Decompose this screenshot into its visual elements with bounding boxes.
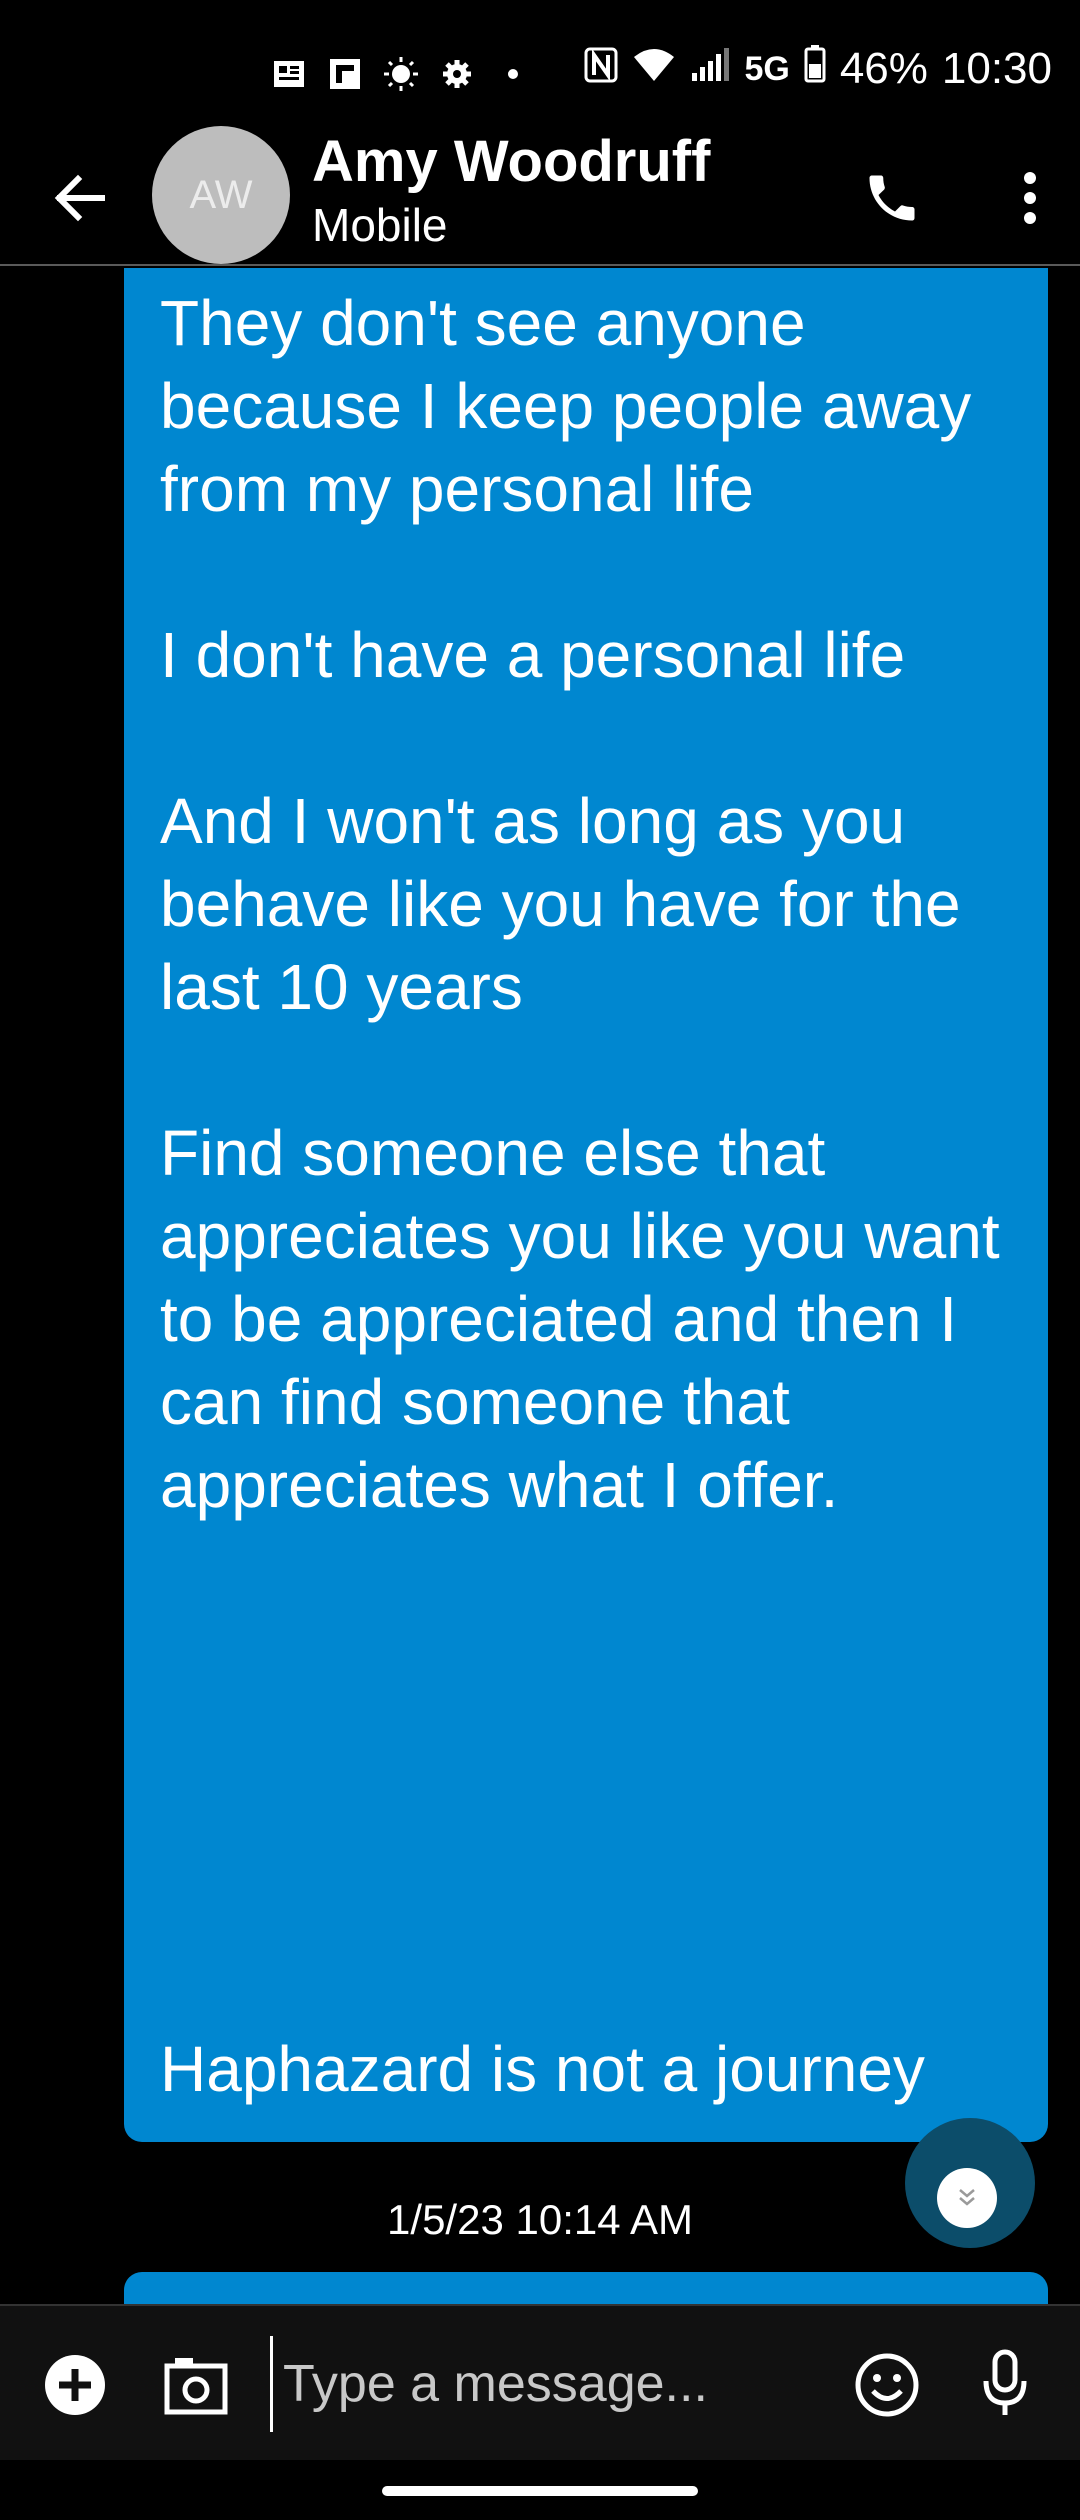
brightness-icon <box>382 55 420 93</box>
network-type: 5G <box>744 49 790 88</box>
microphone-icon <box>983 2349 1027 2415</box>
nfc-icon <box>584 44 618 94</box>
emoji-button[interactable] <box>852 2350 922 2420</box>
emoji-icon <box>855 2353 919 2417</box>
call-button[interactable] <box>852 158 932 238</box>
more-options-button[interactable] <box>1000 158 1060 238</box>
voice-record-button[interactable] <box>970 2346 1040 2422</box>
contact-name[interactable]: Amy Woodruff <box>312 128 710 195</box>
contact-phone-type: Mobile <box>312 199 448 251</box>
avatar[interactable]: AW <box>152 126 290 264</box>
status-system-area: 5G 46% 10:30 <box>584 44 1052 94</box>
conversation-header: AW Amy Woodruff Mobile <box>0 118 1080 266</box>
arrow-left-icon <box>54 174 105 222</box>
plus-circle-icon <box>45 2355 105 2415</box>
camera-icon <box>164 2358 228 2415</box>
message-text-last-line: Haphazard is not a journey <box>160 2033 925 2105</box>
dot-icon <box>494 55 532 93</box>
avatar-initials: AW <box>189 172 253 217</box>
flipboard-icon <box>326 55 364 93</box>
news-icon <box>270 55 308 93</box>
battery-percent: 46% <box>839 44 928 93</box>
more-vertical-icon <box>1024 172 1036 224</box>
settings-icon <box>438 55 476 93</box>
gallery-camera-button[interactable] <box>160 2350 232 2420</box>
back-button[interactable] <box>40 158 120 238</box>
battery-icon <box>804 44 826 94</box>
message-text: They don't see anyone because I keep peo… <box>160 287 1000 1521</box>
message-input[interactable] <box>270 2336 830 2432</box>
home-indicator[interactable] <box>382 2486 698 2496</box>
wifi-icon <box>632 44 676 94</box>
message-list[interactable]: They don't see anyone because I keep peo… <box>0 268 1080 2304</box>
status-notification-icons <box>270 48 532 100</box>
phone-icon <box>869 175 915 221</box>
message-composer <box>0 2304 1080 2460</box>
attach-button[interactable] <box>40 2350 110 2420</box>
signal-icon <box>690 44 730 94</box>
message-timestamp: 1/5/23 10:14 AM <box>387 2196 693 2243</box>
message-bubble-next[interactable] <box>124 2272 1048 2304</box>
clock: 10:30 <box>941 44 1052 93</box>
